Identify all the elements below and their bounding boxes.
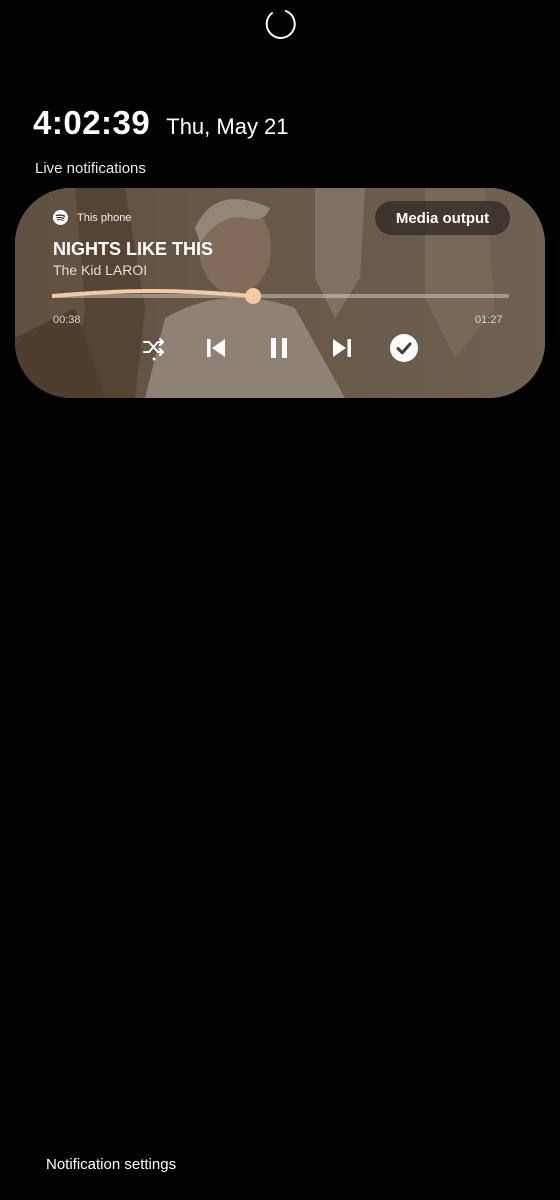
media-source: This phone <box>53 210 131 225</box>
playback-controls <box>15 333 545 363</box>
clock-time: 4:02:39 <box>33 104 151 141</box>
checkmark-icon <box>390 334 418 362</box>
lockscreen-clock: 4:02:39 Thu, May 21 <box>33 104 289 142</box>
shuffle-icon <box>143 338 164 361</box>
total-duration: 01:27 <box>475 314 503 326</box>
media-player-card[interactable]: This phone Media output NIGHTS LIKE THIS… <box>15 188 545 398</box>
clock-date: Thu, May 21 <box>166 114 289 139</box>
loading-spinner-icon <box>265 10 296 39</box>
track-artist: The Kid LAROI <box>53 262 148 278</box>
next-button[interactable] <box>327 333 357 363</box>
shuffle-button[interactable] <box>139 333 169 363</box>
next-icon <box>333 339 351 357</box>
save-track-button[interactable] <box>389 333 419 363</box>
seek-bar[interactable] <box>52 282 509 310</box>
seek-thumb <box>245 288 262 304</box>
pause-icon <box>271 338 287 358</box>
previous-icon <box>207 339 225 357</box>
previous-button[interactable] <box>201 333 231 363</box>
track-title: NIGHTS LIKE THIS <box>53 239 214 259</box>
elapsed-time: 00:38 <box>53 314 81 326</box>
media-output-button[interactable]: Media output <box>375 201 510 235</box>
pause-button[interactable] <box>264 333 294 363</box>
spotify-icon <box>53 210 68 225</box>
notification-settings-button[interactable]: Notification settings <box>46 1156 176 1173</box>
source-device-label: This phone <box>77 211 132 224</box>
live-notifications-label: Live notifications <box>35 160 146 177</box>
